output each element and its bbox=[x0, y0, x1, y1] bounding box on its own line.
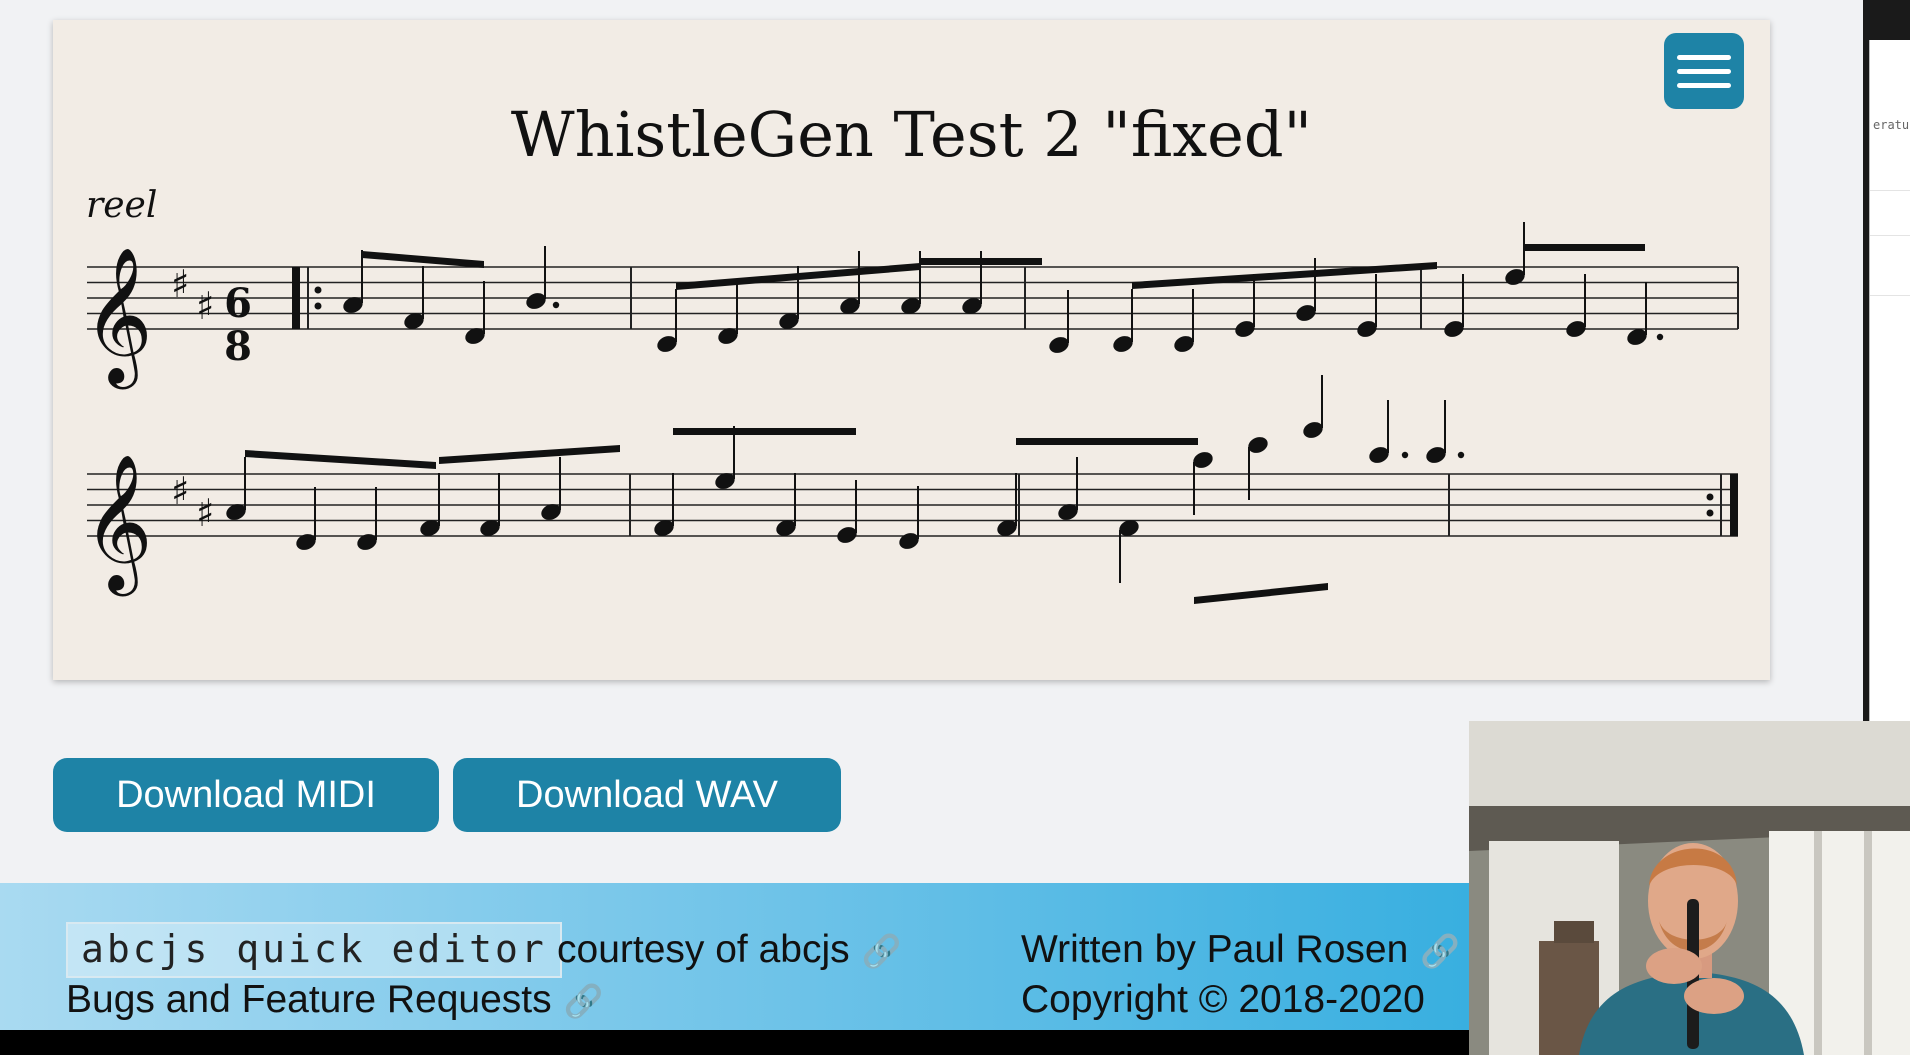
sharp-icon: ♯ bbox=[196, 491, 214, 535]
treble-clef-icon: 𝄞 bbox=[83, 245, 153, 389]
music-score: 𝄞 ♯ ♯𝄞 ♯ ♯ 6 8 bbox=[83, 222, 1739, 604]
download-midi-button[interactable]: Download MIDI bbox=[53, 758, 439, 832]
bugs-text: Bugs and Feature Requests bbox=[66, 978, 552, 1021]
link-icon: 🔗 bbox=[861, 933, 902, 969]
sharp-icon: ♯ bbox=[196, 284, 214, 328]
treble-clef-icon: 𝄞 bbox=[83, 452, 153, 596]
divider bbox=[1870, 190, 1910, 191]
sharp-icon: ♯ bbox=[171, 469, 189, 513]
time-signature-numerator: 6 bbox=[224, 280, 252, 327]
link-icon: 🔗 bbox=[563, 983, 604, 1019]
link-icon: 🔗 bbox=[1420, 933, 1461, 969]
adjacent-window-text: eratu bbox=[1873, 118, 1910, 132]
download-wav-button[interactable]: Download WAV bbox=[453, 758, 841, 832]
divider bbox=[1870, 295, 1910, 296]
time-signature-denominator: 8 bbox=[224, 323, 252, 370]
author-text: Written by Paul Rosen bbox=[1021, 928, 1409, 971]
sharp-icon: ♯ bbox=[171, 262, 189, 306]
webcam-video bbox=[1469, 721, 1910, 1055]
divider bbox=[1870, 235, 1910, 236]
sheet-music-paper: WhistleGen Test 2 "fixed" reel 𝄞 ♯ ♯ 𝄞 ♯ ♯ 6 … bbox=[53, 20, 1770, 680]
webcam-overlay bbox=[1469, 721, 1910, 1055]
copyright-text: Copyright © 2018-2020 bbox=[1021, 978, 1425, 1021]
abcjs-quick-editor-link[interactable]: abcjs quick editor bbox=[66, 922, 562, 978]
courtesy-text: courtesy of abcjs bbox=[557, 928, 850, 971]
author-link[interactable]: Written by Paul Rosen 🔗 bbox=[1021, 928, 1460, 972]
courtesy-link[interactable]: courtesy of abcjs 🔗 bbox=[557, 928, 901, 972]
bugs-link[interactable]: Bugs and Feature Requests 🔗 bbox=[66, 978, 603, 1022]
